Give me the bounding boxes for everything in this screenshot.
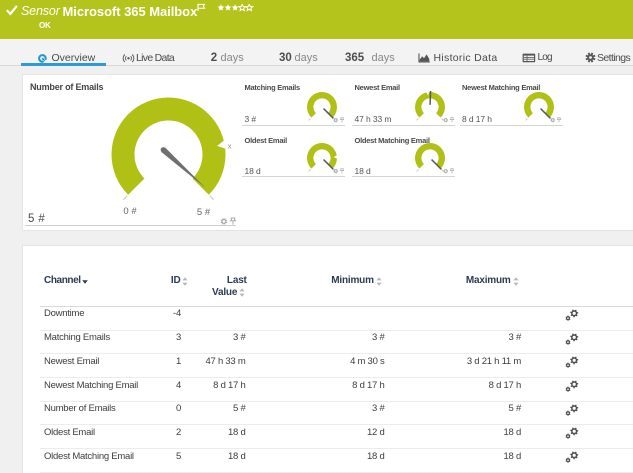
svg-text:x: x bbox=[228, 142, 232, 151]
